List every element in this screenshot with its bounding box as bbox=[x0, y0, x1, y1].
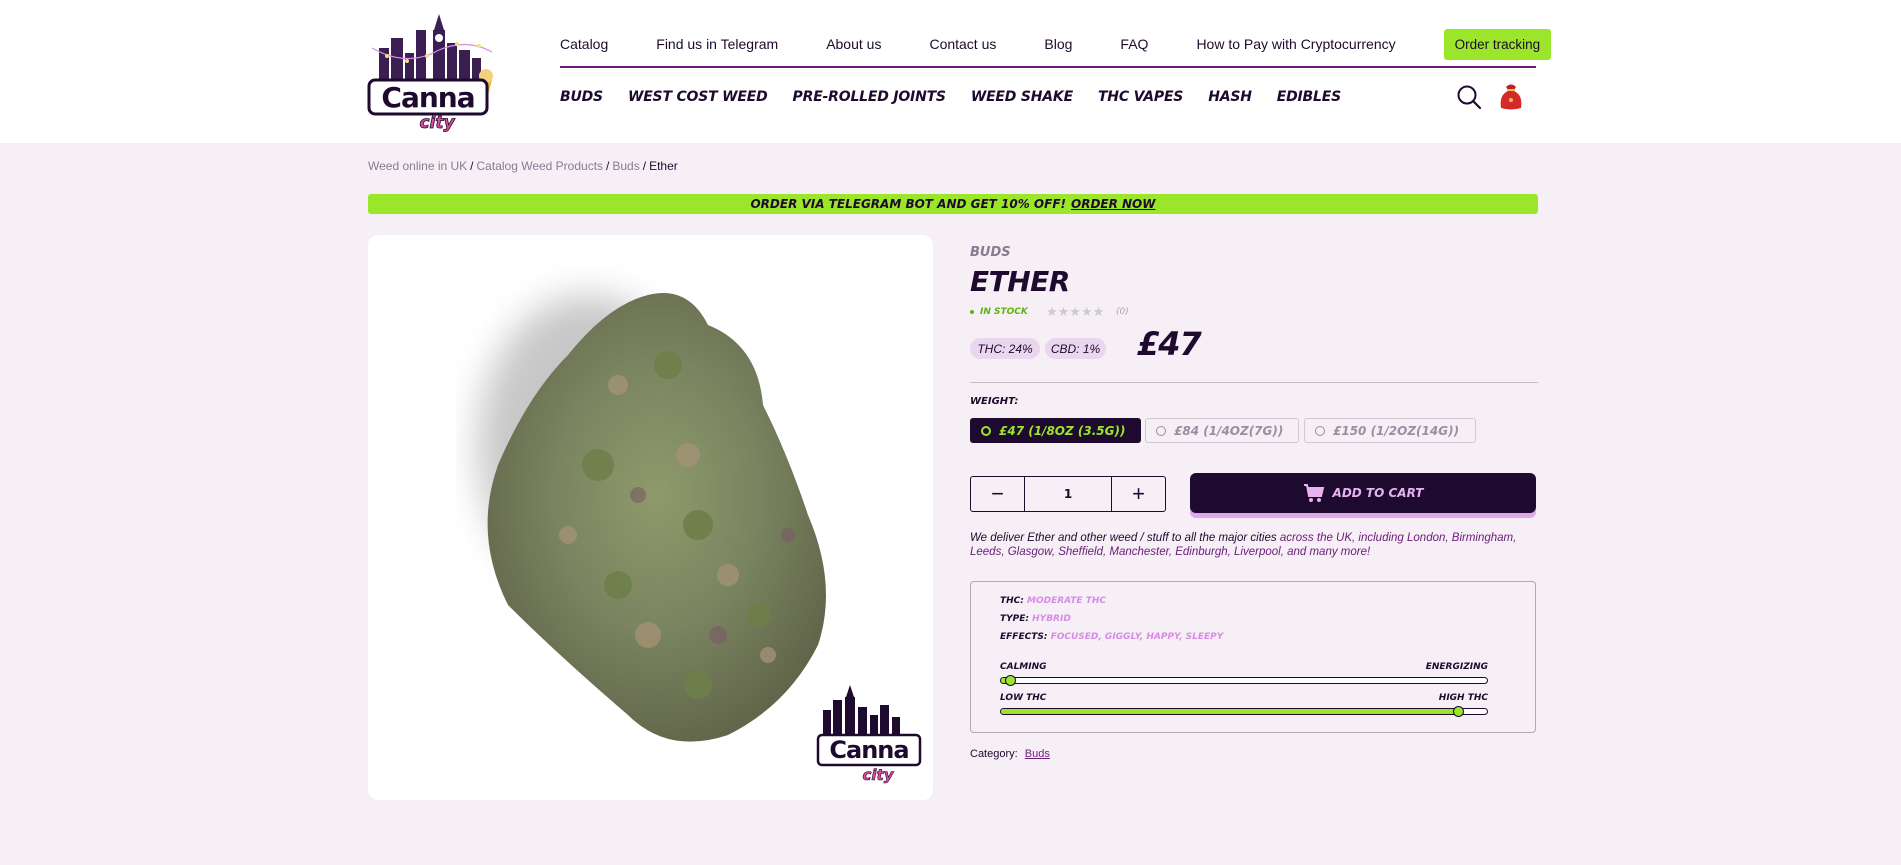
order-tracking-button[interactable]: Order tracking bbox=[1443, 28, 1552, 60]
review-count[interactable]: (0) bbox=[1116, 307, 1129, 317]
cat-link-hash[interactable]: HASH bbox=[1208, 89, 1252, 105]
breadcrumb-link-catalog[interactable]: Catalog Weed Products bbox=[477, 159, 604, 173]
shopping-cart-icon bbox=[1303, 484, 1324, 502]
thc-badge: THC: 24% bbox=[970, 338, 1040, 359]
promo-text: ORDER VIA TELEGRAM BOT AND GET 10% OFF! bbox=[750, 197, 1066, 211]
stock-status: IN STOCK bbox=[970, 307, 1028, 317]
cat-link-buds[interactable]: BUDS bbox=[560, 89, 603, 105]
spec-type-value: HYBRID bbox=[1032, 614, 1071, 624]
nav-link-telegram[interactable]: Find us in Telegram bbox=[656, 36, 778, 52]
cart-bag-icon[interactable] bbox=[1497, 81, 1525, 111]
spec-type-label: TYPE: bbox=[1000, 614, 1029, 624]
product-category-label[interactable]: BUDS bbox=[970, 245, 1011, 260]
breadcrumb-separator: / bbox=[470, 159, 474, 173]
site-logo[interactable]: Canna city bbox=[367, 8, 502, 133]
product-category: Category: Buds bbox=[970, 748, 1050, 760]
nav-link-faq[interactable]: FAQ bbox=[1120, 36, 1148, 52]
add-to-cart-label: ADD TO CART bbox=[1332, 486, 1424, 500]
radio-icon bbox=[1156, 425, 1166, 436]
quantity-decrease-button[interactable]: − bbox=[971, 477, 1024, 511]
top-navigation: Catalog Find us in Telegram About us Con… bbox=[560, 22, 1552, 66]
category-link-buds[interactable]: Buds bbox=[1025, 748, 1050, 760]
spec-effects-value: FOCUSED, GIGGLY, HAPPY, SLEEPY bbox=[1050, 632, 1224, 642]
spec-effects-label: EFFECTS: bbox=[1000, 632, 1048, 642]
cat-link-weed-shake[interactable]: WEED SHAKE bbox=[971, 89, 1073, 105]
radio-icon bbox=[1315, 425, 1325, 436]
weight-label: WEIGHT: bbox=[970, 396, 1019, 407]
delivery-text: We deliver Ether and other weed / stuff … bbox=[970, 532, 1277, 544]
divider bbox=[970, 382, 1538, 383]
cat-link-thc-vapes[interactable]: THC VAPES bbox=[1098, 89, 1183, 105]
search-icon[interactable] bbox=[1456, 84, 1482, 110]
quantity-increase-button[interactable]: + bbox=[1112, 477, 1165, 511]
quantity-stepper: − 1 + bbox=[970, 476, 1166, 512]
weight-option-14g[interactable]: £150 (1/2OZ(14G)) bbox=[1304, 418, 1476, 443]
slider-calming-label: CALMING bbox=[1000, 662, 1047, 672]
nav-link-catalog[interactable]: Catalog bbox=[560, 36, 608, 52]
category-label: Category: bbox=[970, 748, 1018, 760]
slider-knob bbox=[1453, 706, 1465, 717]
svg-text:Canna: Canna bbox=[381, 81, 474, 114]
calming-energizing-slider bbox=[1000, 677, 1488, 684]
category-navigation: BUDS WEST COST WEED PRE-ROLLED JOINTS WE… bbox=[560, 86, 1366, 108]
slider-high-thc-label: HIGH THC bbox=[1438, 693, 1488, 703]
breadcrumb-separator: / bbox=[642, 159, 647, 173]
weight-option-label: £84 (1/4OZ(7G)) bbox=[1174, 423, 1284, 438]
spec-thc: THC: MODERATE THC bbox=[1000, 596, 1106, 606]
nav-link-crypto[interactable]: How to Pay with Cryptocurrency bbox=[1196, 36, 1395, 52]
svg-text:Canna: Canna bbox=[829, 736, 908, 764]
stock-dot-icon bbox=[970, 310, 974, 314]
quantity-input[interactable]: 1 bbox=[1024, 477, 1112, 511]
breadcrumb-separator: / bbox=[606, 159, 610, 173]
product-title: ETHER bbox=[970, 265, 1070, 298]
spec-thc-label: THC: bbox=[1000, 596, 1024, 606]
breadcrumb-link-buds[interactable]: Buds bbox=[612, 159, 639, 173]
slider-low-thc-label: LOW THC bbox=[1000, 693, 1047, 703]
breadcrumb: Weed online in UK / Catalog Weed Products /… bbox=[368, 159, 678, 173]
product-image[interactable]: Canna city bbox=[368, 235, 933, 800]
promo-banner: ORDER VIA TELEGRAM BOT AND GET 10% OFF! … bbox=[368, 194, 1538, 214]
promo-order-now-link[interactable]: ORDER NOW bbox=[1071, 197, 1156, 211]
slider-fill bbox=[1001, 709, 1463, 714]
rating-stars-icon[interactable]: ★★★★★ bbox=[1046, 304, 1104, 320]
spec-thc-value: MODERATE THC bbox=[1027, 596, 1106, 606]
cat-link-edibles[interactable]: EDIBLES bbox=[1277, 89, 1341, 105]
site-header: Canna city Catalog Find us in Telegram A… bbox=[0, 0, 1901, 143]
cat-link-west-cost-weed[interactable]: WEST COST WEED bbox=[628, 89, 768, 105]
svg-text:city: city bbox=[419, 113, 455, 133]
slider-energizing-label: ENERGIZING bbox=[1425, 662, 1488, 672]
svg-text:city: city bbox=[863, 766, 895, 784]
strain-specs-box: THC: MODERATE THC TYPE: HYBRID EFFECTS: … bbox=[970, 581, 1536, 733]
thc-level-slider bbox=[1000, 708, 1488, 715]
nav-link-contact[interactable]: Contact us bbox=[929, 36, 996, 52]
cbd-badge: CBD: 1% bbox=[1045, 338, 1106, 359]
weight-option-label: £150 (1/2OZ(14G)) bbox=[1333, 423, 1460, 438]
product-price: £47 bbox=[1137, 325, 1202, 363]
nav-link-about[interactable]: About us bbox=[826, 36, 881, 52]
weight-option-7g[interactable]: £84 (1/4OZ(7G)) bbox=[1145, 418, 1299, 443]
delivery-info: We deliver Ether and other weed / stuff … bbox=[970, 531, 1538, 559]
breadcrumb-link-home[interactable]: Weed online in UK bbox=[368, 159, 467, 173]
nav-divider bbox=[560, 66, 1536, 68]
breadcrumb-current: Ether bbox=[649, 159, 678, 173]
nav-link-blog[interactable]: Blog bbox=[1044, 36, 1072, 52]
stock-text: IN STOCK bbox=[980, 307, 1028, 317]
add-to-cart-button[interactable]: ADD TO CART bbox=[1190, 473, 1536, 513]
slider-knob bbox=[1004, 675, 1016, 686]
spec-type: TYPE: HYBRID bbox=[1000, 614, 1071, 624]
weight-option-label: £47 (1/8OZ (3.5G)) bbox=[999, 423, 1126, 438]
weight-option-3-5g[interactable]: £47 (1/8OZ (3.5G)) bbox=[970, 418, 1141, 443]
cat-link-pre-rolled-joints[interactable]: PRE-ROLLED JOINTS bbox=[793, 89, 946, 105]
spec-effects: EFFECTS: FOCUSED, GIGGLY, HAPPY, SLEEPY bbox=[1000, 632, 1223, 642]
radio-selected-icon bbox=[981, 425, 991, 436]
